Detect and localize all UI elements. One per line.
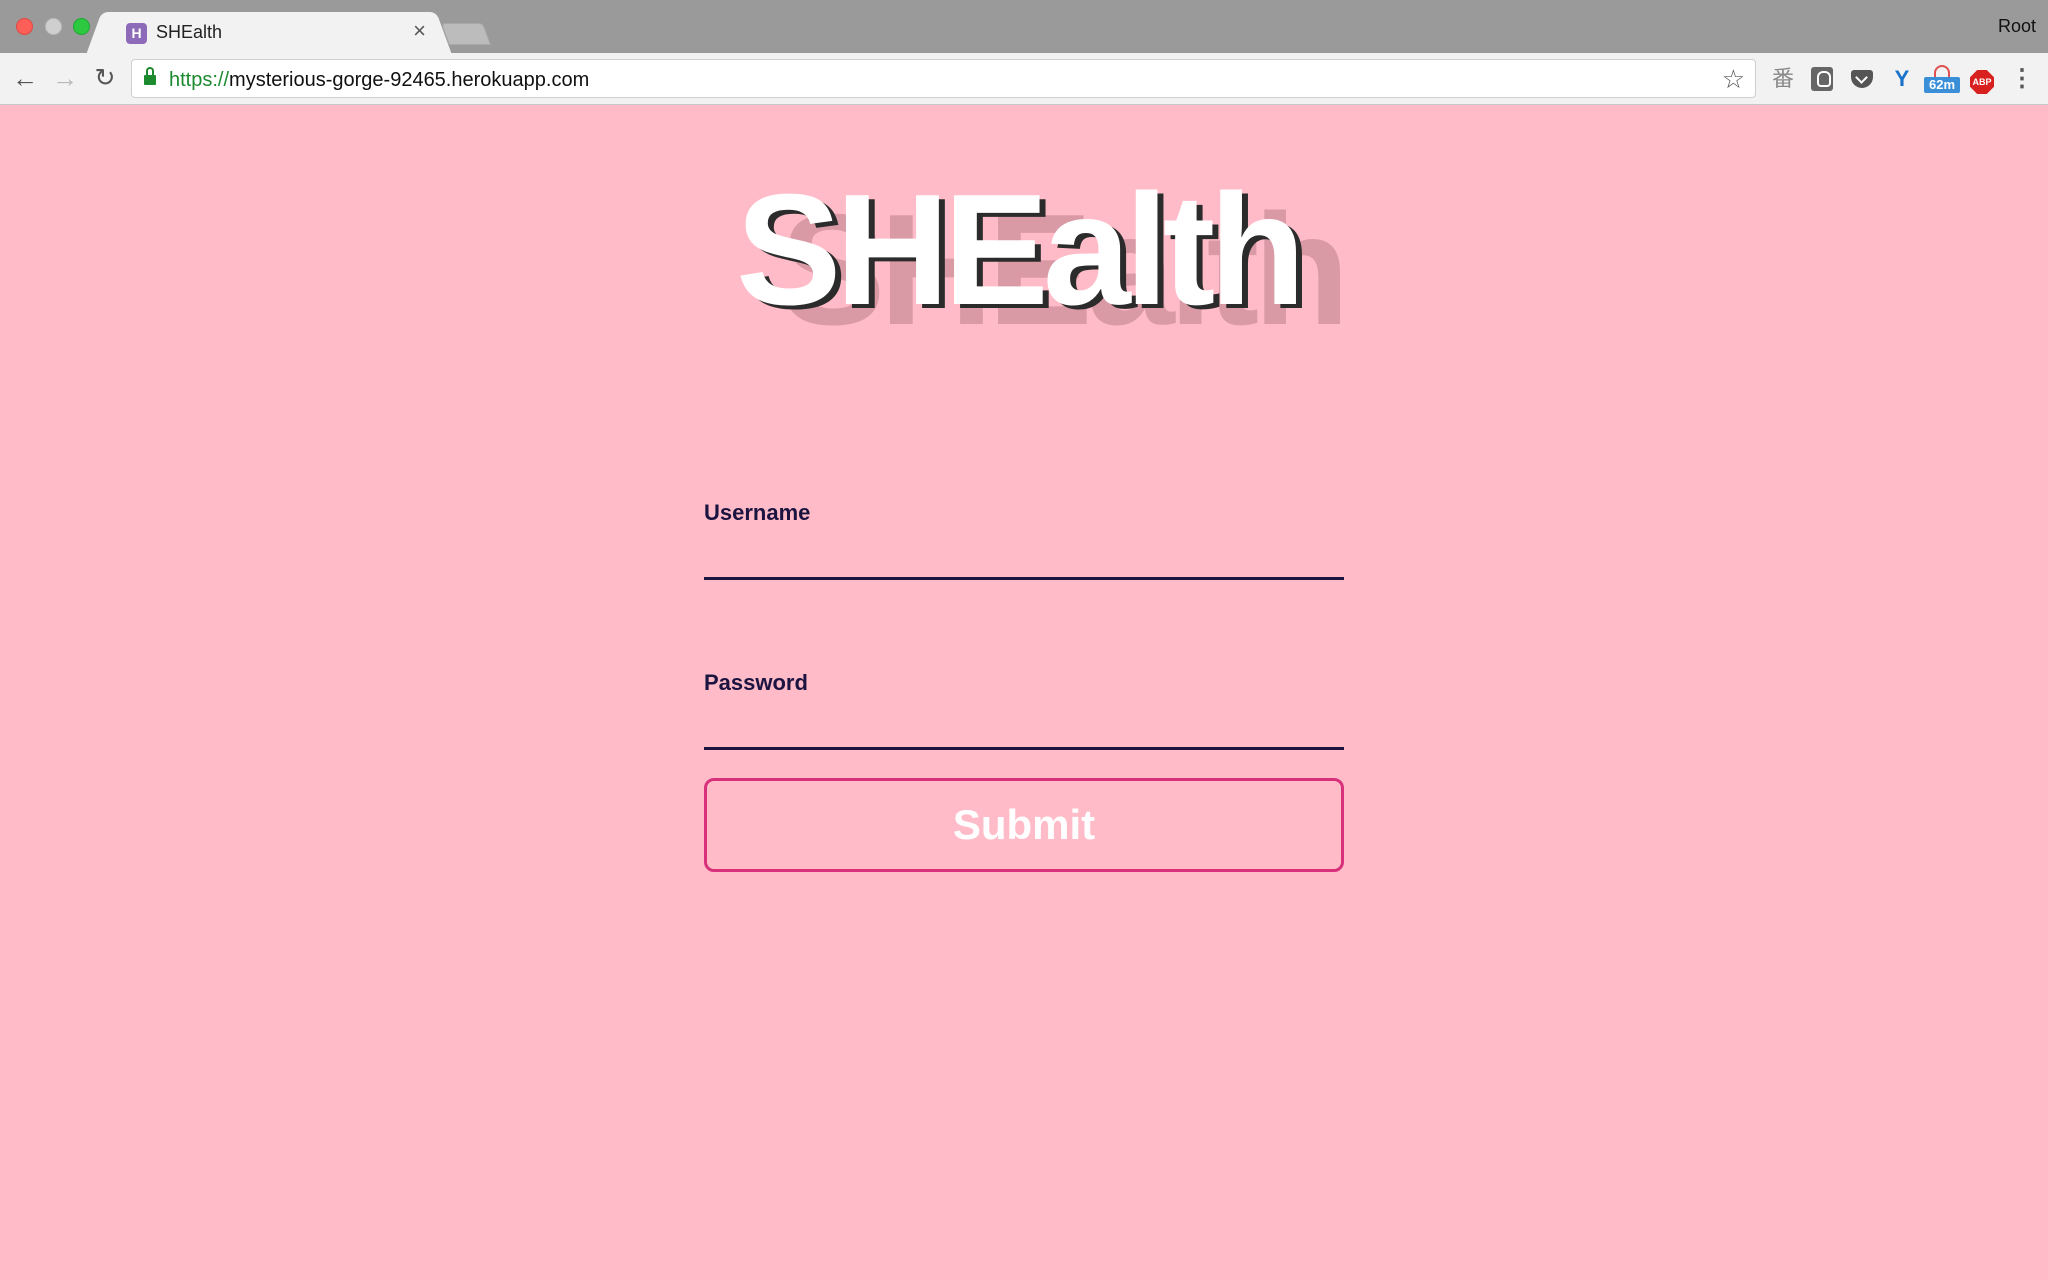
- tab-close-icon[interactable]: ×: [413, 20, 426, 42]
- bookmark-star-icon[interactable]: ☆: [1722, 64, 1745, 95]
- pocket-extension-icon[interactable]: [1848, 65, 1876, 93]
- tab-title: SHEalth: [156, 22, 223, 42]
- url-text[interactable]: https://mysterious-gorge-92465.herokuapp…: [169, 69, 589, 92]
- forward-arrow-icon[interactable]: →: [51, 65, 79, 93]
- y-extension-icon[interactable]: Y: [1888, 65, 1916, 93]
- lightbulb-extension-icon[interactable]: [1808, 65, 1836, 93]
- timer-extension-icon[interactable]: 62m: [1924, 65, 1960, 93]
- tab-favicon-icon: H: [126, 23, 147, 44]
- address-bar[interactable]: https://mysterious-gorge-92465.herokuapp…: [131, 59, 1756, 98]
- window-minimize-button[interactable]: [45, 18, 62, 35]
- window-titlebar: H SHEalth × Root: [0, 0, 2048, 54]
- username-input[interactable]: [704, 534, 1344, 580]
- password-input[interactable]: [704, 704, 1344, 750]
- profile-name[interactable]: Root: [1998, 16, 2036, 37]
- adblock-extension-icon[interactable]: ABP: [1968, 65, 1996, 94]
- logo-text: SHEalth: [736, 162, 1306, 338]
- window-close-button[interactable]: [16, 18, 33, 35]
- url-host: mysterious-gorge-92465.herokuapp.com: [229, 69, 590, 91]
- new-tab-button[interactable]: [440, 23, 492, 45]
- reload-icon[interactable]: ↻: [91, 65, 119, 93]
- login-form: Username Password Submit: [704, 500, 1344, 872]
- browser-tab-active[interactable]: H SHEalth ×: [104, 12, 434, 54]
- url-scheme: https://: [169, 69, 230, 91]
- timer-badge: 62m: [1924, 77, 1960, 93]
- back-arrow-icon[interactable]: ←: [11, 65, 39, 93]
- submit-button[interactable]: Submit: [704, 778, 1344, 872]
- browser-menu-icon[interactable]: ⋮: [2008, 65, 2036, 93]
- lock-icon: [144, 67, 156, 85]
- translate-extension-icon[interactable]: 番: [1769, 65, 1797, 93]
- password-label: Password: [704, 670, 808, 695]
- logo: SHEalth SHEalth: [0, 160, 2048, 358]
- browser-toolbar: ← → ↻ https://mysterious-gorge-92465.her…: [0, 53, 2048, 105]
- window-maximize-button[interactable]: [73, 18, 90, 35]
- username-label: Username: [704, 500, 811, 525]
- adblock-label: ABP: [1970, 70, 1994, 94]
